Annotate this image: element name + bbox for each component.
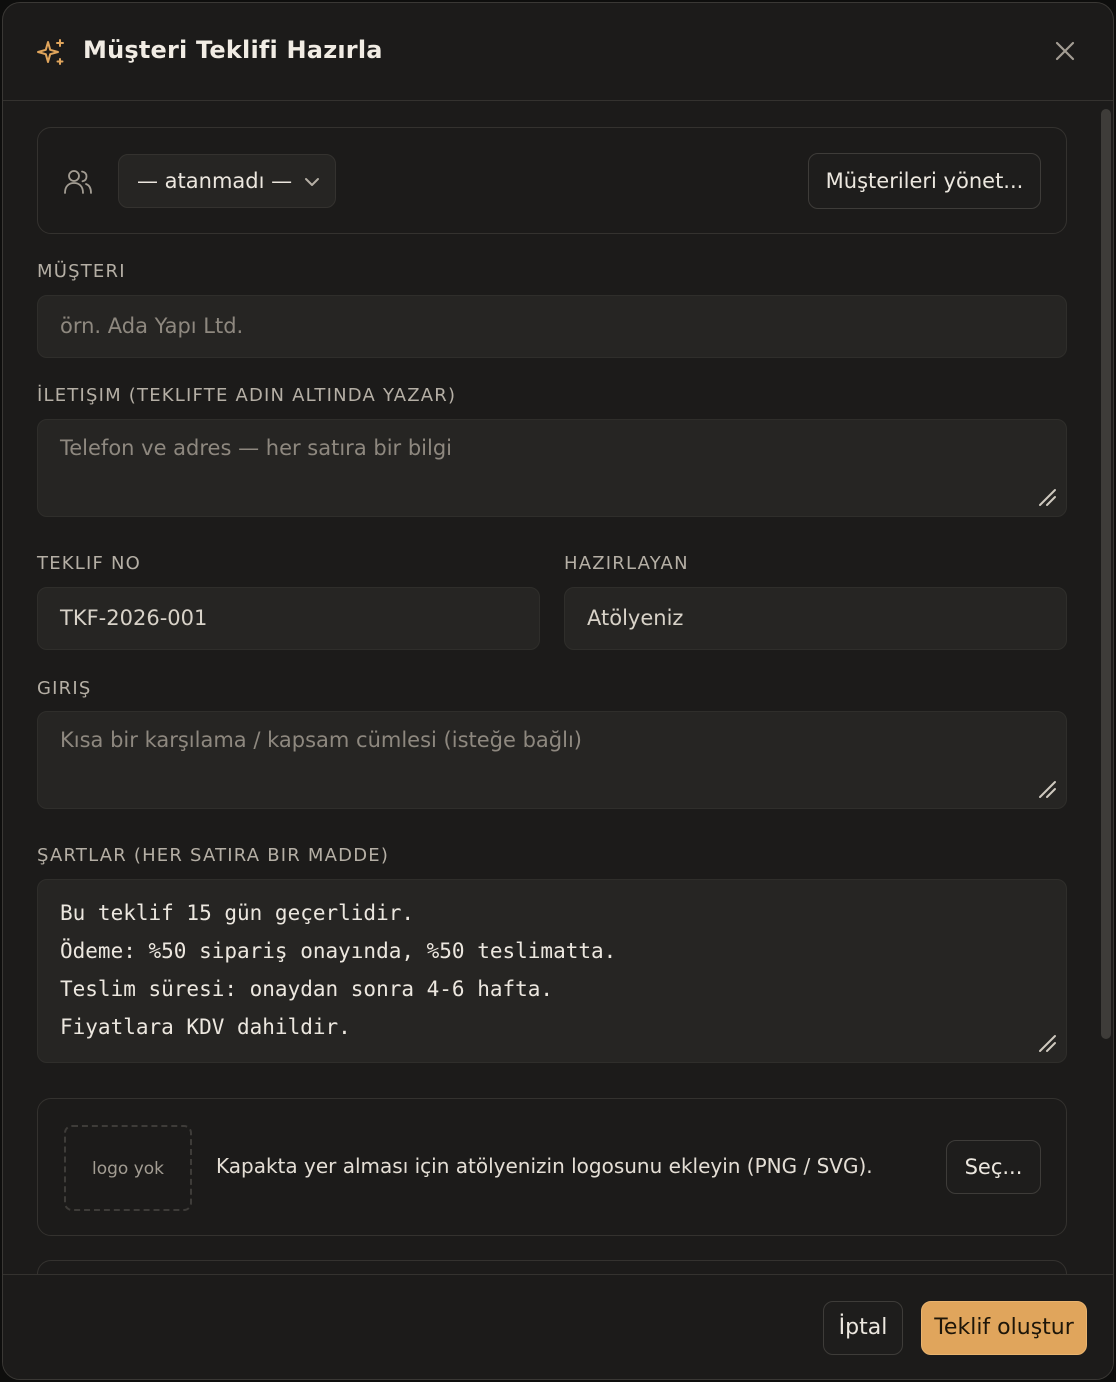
logo-placeholder: logo yok bbox=[64, 1125, 192, 1211]
prepared-by-value: Atölyeniz bbox=[587, 606, 684, 630]
terms-line: Ödeme: %50 sipariş onayında, %50 teslima… bbox=[60, 939, 617, 963]
terms-line: Bu teklif 15 gün geçerlidir. bbox=[60, 901, 415, 925]
customer-placeholder: örn. Ada Yapı Ltd. bbox=[60, 314, 244, 338]
intro-textarea[interactable]: Kısa bir karşılama / kapsam cümlesi (ist… bbox=[37, 711, 1067, 809]
logo-description: Kapakta yer alması için atölyenizin logo… bbox=[216, 1154, 873, 1178]
next-section-card bbox=[37, 1260, 1067, 1274]
intro-placeholder: Kısa bir karşılama / kapsam cümlesi (ist… bbox=[60, 728, 582, 752]
prepared-by-label: HAZIRLAYAN bbox=[564, 553, 689, 574]
create-quote-button[interactable]: Teklif oluştur bbox=[921, 1301, 1087, 1355]
quote-dialog: Müşteri Teklifi Hazırla — atanmadı — Müş… bbox=[2, 2, 1114, 1380]
logo-empty-label: logo yok bbox=[91, 1159, 165, 1179]
quote-no-value: TKF-2026-001 bbox=[60, 606, 208, 630]
dialog-title: Müşteri Teklifi Hazırla bbox=[83, 36, 383, 64]
chevron-down-icon bbox=[305, 178, 319, 186]
users-icon bbox=[64, 170, 92, 194]
resize-handle-icon[interactable] bbox=[1036, 1032, 1058, 1054]
choose-logo-button[interactable]: Seç... bbox=[946, 1140, 1041, 1194]
terms-label: ŞARTLAR (HER SATIRA BIR MADDE) bbox=[37, 845, 390, 866]
dialog-body[interactable]: — atanmadı — Müşterileri yönet... MÜŞTER… bbox=[3, 102, 1113, 1274]
resize-handle-icon[interactable] bbox=[1036, 778, 1058, 800]
intro-label: GIRIŞ bbox=[37, 678, 92, 699]
contact-label: İLETIŞIM (TEKLIFTE ADIN ALTINDA YAZAR) bbox=[37, 385, 457, 406]
terms-textarea[interactable]: Bu teklif 15 gün geçerlidir. Ödeme: %50 … bbox=[37, 879, 1067, 1063]
customer-label: MÜŞTERI bbox=[37, 261, 126, 282]
cancel-button[interactable]: İptal bbox=[823, 1301, 903, 1355]
scrollbar[interactable] bbox=[1101, 109, 1111, 1039]
terms-line: Fiyatlara KDV dahildir. bbox=[60, 1015, 351, 1039]
manage-clients-button[interactable]: Müşterileri yönet... bbox=[808, 153, 1041, 209]
scrollbar-thumb[interactable] bbox=[1101, 109, 1111, 1039]
sparkle-icon bbox=[37, 39, 64, 65]
close-icon[interactable] bbox=[1053, 39, 1077, 63]
terms-line: Teslim süresi: onaydan sonra 4-6 hafta. bbox=[60, 977, 554, 1001]
contact-placeholder: Telefon ve adres — her satıra bir bilgi bbox=[60, 436, 452, 460]
client-picker-card: — atanmadı — Müşterileri yönet... bbox=[37, 127, 1067, 234]
logo-card: logo yok Kapakta yer alması için atölyen… bbox=[37, 1098, 1067, 1236]
quote-no-label: TEKLIF NO bbox=[37, 553, 142, 574]
dialog-header: Müşteri Teklifi Hazırla bbox=[3, 3, 1113, 101]
resize-handle-icon[interactable] bbox=[1036, 486, 1058, 508]
client-select[interactable]: — atanmadı — bbox=[118, 154, 336, 208]
prepared-by-input[interactable]: Atölyeniz bbox=[564, 587, 1067, 650]
client-select-value: — atanmadı — bbox=[137, 169, 293, 193]
contact-textarea[interactable]: Telefon ve adres — her satıra bir bilgi bbox=[37, 419, 1067, 517]
terms-text: Bu teklif 15 gün geçerlidir. Ödeme: %50 … bbox=[60, 894, 616, 1046]
quote-no-input[interactable]: TKF-2026-001 bbox=[37, 587, 540, 650]
customer-input[interactable]: örn. Ada Yapı Ltd. bbox=[37, 295, 1067, 358]
dialog-footer: İptal Teklif oluştur bbox=[3, 1274, 1113, 1379]
